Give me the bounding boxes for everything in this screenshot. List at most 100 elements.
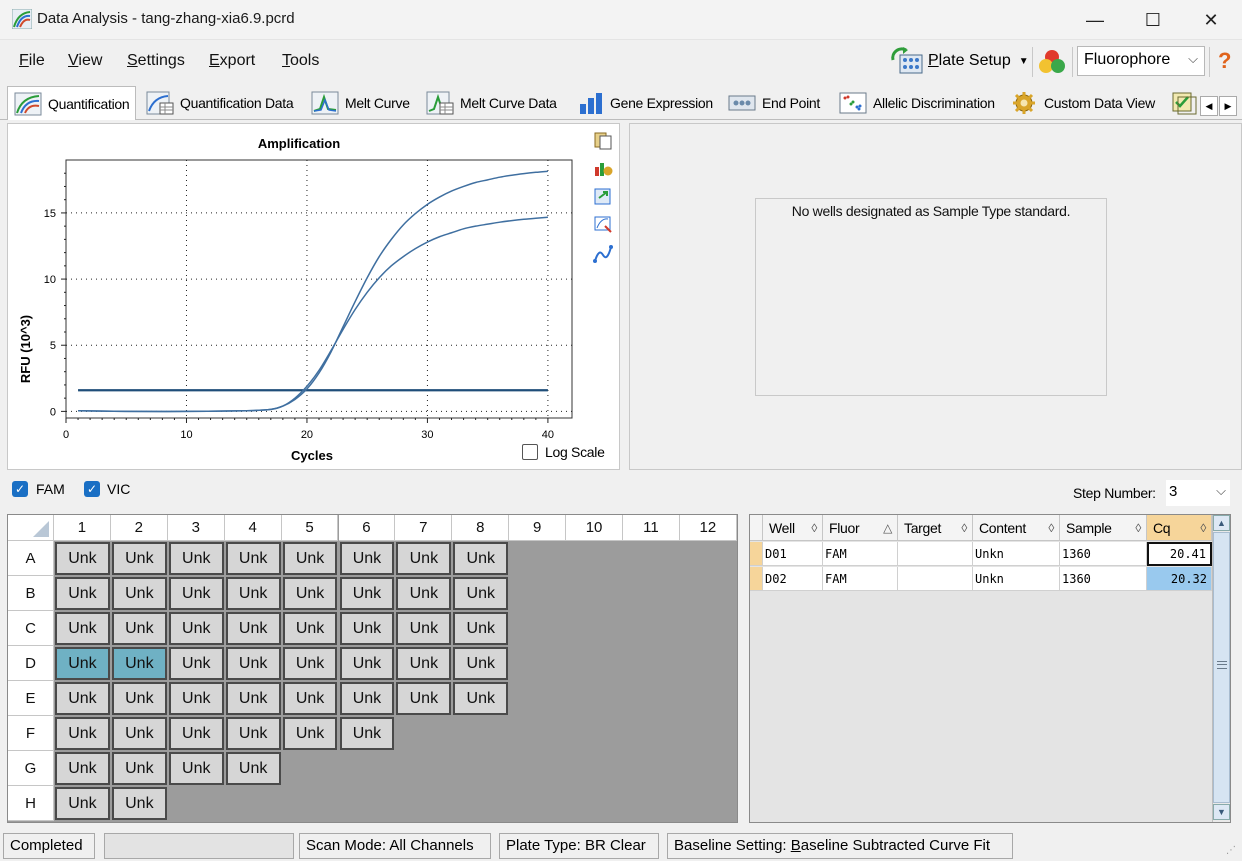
cell-target[interactable]: [898, 567, 973, 591]
tab-scroll-left-button[interactable]: ◀: [1200, 96, 1218, 116]
well[interactable]: Unk: [396, 647, 452, 680]
well[interactable]: Unk: [282, 612, 338, 645]
plate-column-header[interactable]: 6: [338, 515, 396, 541]
well[interactable]: Unk: [168, 717, 224, 750]
plate-row-header[interactable]: A: [8, 541, 54, 576]
plate-column-header[interactable]: 2: [110, 515, 168, 541]
well[interactable]: Unk: [453, 542, 509, 575]
sort-icon[interactable]: △: [883, 521, 892, 535]
plate-row-header[interactable]: G: [8, 751, 54, 786]
scroll-down-button[interactable]: ▼: [1213, 804, 1230, 820]
plate-column-header[interactable]: 3: [167, 515, 225, 541]
well-selected[interactable]: Unk: [55, 647, 110, 680]
well[interactable]: Unk: [111, 542, 167, 575]
column-header-fluor[interactable]: Fluor △: [823, 515, 898, 541]
tab-allelic-discrimination[interactable]: Allelic Discrimination: [833, 86, 1001, 119]
well[interactable]: Unk: [282, 577, 338, 610]
resize-grip-icon[interactable]: ⋰: [1226, 845, 1236, 856]
scroll-thumb[interactable]: [1213, 532, 1230, 803]
row-indicator[interactable]: [750, 567, 763, 591]
cell-fluor[interactable]: FAM: [823, 567, 898, 591]
plate-column-header[interactable]: 4: [224, 515, 282, 541]
well[interactable]: Unk: [111, 717, 167, 750]
well[interactable]: Unk: [168, 647, 224, 680]
vic-checkbox[interactable]: ✓: [84, 481, 100, 497]
log-scale-checkbox[interactable]: [522, 444, 538, 460]
cell-sample[interactable]: 1360: [1060, 567, 1147, 591]
cell-cq[interactable]: 20.41: [1147, 542, 1212, 566]
well[interactable]: Unk: [282, 717, 338, 750]
sort-icon[interactable]: ◊: [961, 521, 967, 535]
close-button[interactable]: ✕: [1182, 0, 1240, 40]
plate-row-header[interactable]: H: [8, 786, 54, 821]
results-scrollbar[interactable]: ▲ ▼: [1212, 515, 1230, 822]
menu-export[interactable]: Export: [209, 52, 255, 70]
well[interactable]: Unk: [111, 612, 167, 645]
copy-icon[interactable]: [593, 130, 613, 150]
plate-column-header[interactable]: 1: [54, 515, 111, 541]
well[interactable]: Unk: [168, 577, 224, 610]
cell-well[interactable]: D02: [763, 567, 823, 591]
column-header-target[interactable]: Target ◊: [898, 515, 973, 541]
tab-quantification[interactable]: Quantification: [7, 86, 137, 120]
sort-icon[interactable]: ◊: [1200, 521, 1206, 535]
well[interactable]: Unk: [339, 717, 395, 750]
tab-end-point[interactable]: End Point: [722, 86, 826, 119]
plate-row-header[interactable]: B: [8, 576, 54, 611]
fluorophore-select[interactable]: Fluorophore ⌵: [1077, 46, 1205, 76]
plate-column-header[interactable]: 11: [623, 515, 680, 541]
well[interactable]: Unk: [396, 682, 452, 715]
well[interactable]: Unk: [168, 682, 224, 715]
well[interactable]: Unk: [55, 752, 110, 785]
well[interactable]: Unk: [396, 577, 452, 610]
well[interactable]: Unk: [55, 542, 110, 575]
well[interactable]: Unk: [225, 752, 281, 785]
column-header-cq[interactable]: Cq ◊: [1147, 515, 1212, 541]
well[interactable]: Unk: [111, 787, 167, 820]
fam-checkbox[interactable]: ✓: [12, 481, 28, 497]
well[interactable]: Unk: [453, 612, 509, 645]
well[interactable]: Unk: [225, 647, 281, 680]
menu-tools[interactable]: Tools: [282, 52, 319, 70]
color-palette-icon[interactable]: [1037, 47, 1067, 77]
well[interactable]: Unk: [339, 542, 395, 575]
scroll-up-button[interactable]: ▲: [1213, 515, 1230, 531]
plate-setup-button[interactable]: Plate Setup ▼: [890, 45, 1029, 77]
plate-row-header[interactable]: C: [8, 611, 54, 646]
well[interactable]: Unk: [339, 682, 395, 715]
overflow-tab-icon[interactable]: [1170, 91, 1198, 115]
plate-column-header[interactable]: 5: [281, 515, 339, 541]
well[interactable]: Unk: [168, 542, 224, 575]
zoom-chart-icon[interactable]: [593, 214, 613, 234]
well[interactable]: Unk: [453, 647, 509, 680]
well[interactable]: Unk: [111, 577, 167, 610]
well[interactable]: Unk: [282, 647, 338, 680]
tab-custom-data-view[interactable]: Custom Data View: [1004, 86, 1161, 119]
sort-icon[interactable]: ◊: [1048, 521, 1054, 535]
well-selected[interactable]: Unk: [111, 647, 167, 680]
tab-quantification-data[interactable]: Quantification Data: [140, 86, 299, 119]
cell-sample[interactable]: 1360: [1060, 542, 1147, 566]
chart-options-icon[interactable]: [593, 158, 613, 178]
plate-row-header[interactable]: D: [8, 646, 54, 681]
well[interactable]: Unk: [282, 682, 338, 715]
column-header-content[interactable]: Content ◊: [973, 515, 1060, 541]
well[interactable]: Unk: [225, 542, 281, 575]
plate-column-header[interactable]: 12: [679, 515, 737, 541]
tab-scroll-right-button[interactable]: ▶: [1219, 96, 1237, 116]
plate-column-header[interactable]: 9: [509, 515, 567, 541]
sort-icon[interactable]: ◊: [811, 521, 817, 535]
menu-settings[interactable]: Settings: [127, 52, 185, 70]
well[interactable]: Unk: [55, 612, 110, 645]
trace-styles-icon[interactable]: [593, 244, 613, 264]
cell-well[interactable]: D01: [763, 542, 823, 566]
cell-target[interactable]: [898, 542, 973, 566]
tab-melt-curve[interactable]: Melt Curve: [305, 86, 416, 119]
well[interactable]: Unk: [396, 612, 452, 645]
menu-file[interactable]: File: [19, 52, 45, 70]
cell-cq[interactable]: 20.32: [1147, 567, 1212, 591]
plate-column-header[interactable]: 10: [566, 515, 623, 541]
help-icon[interactable]: ?: [1218, 48, 1231, 74]
well[interactable]: Unk: [168, 752, 224, 785]
well[interactable]: Unk: [225, 577, 281, 610]
